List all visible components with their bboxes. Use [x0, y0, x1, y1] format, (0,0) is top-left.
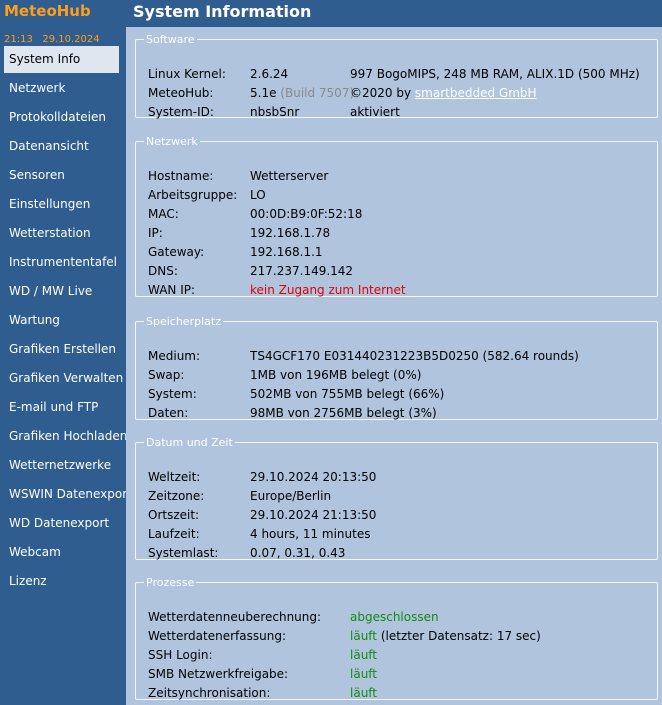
nav-item-email-ftp[interactable]: E-mail und FTP [0, 394, 126, 423]
process-label: Zeitsynchronisation: [148, 686, 271, 700]
datetime-value: 29.10.2024 21:13:50 [250, 508, 377, 522]
page-title: System Information [126, 0, 662, 27]
meteohub-label: MeteoHub: [148, 86, 214, 100]
nav-item-protokolldateien[interactable]: Protokolldateien [0, 104, 126, 133]
network-value: LO [250, 188, 266, 202]
nav-item-wartung[interactable]: Wartung [0, 307, 126, 336]
process-label: SMB Netzwerkfreigabe: [148, 667, 289, 681]
datetime-value: 0.07, 0.31, 0.43 [250, 546, 346, 560]
processes-legend: Prozesse [146, 576, 195, 589]
nav-item-grafiken-hochladen[interactable]: Grafiken Hochladen [0, 423, 126, 452]
nav-item-netzwerk[interactable]: Netzwerk [0, 75, 126, 104]
network-label: Arbeitsgruppe: [148, 188, 238, 202]
meteohub-build: (Build 7507) [280, 86, 355, 100]
nav-item-webcam[interactable]: Webcam [0, 539, 126, 568]
nav-item-system-info[interactable]: System Info [4, 46, 119, 73]
nav-item-grafiken-erstellen[interactable]: Grafiken Erstellen [0, 336, 126, 365]
nav-item-wetterstation[interactable]: Wetterstation [0, 220, 126, 249]
copyright-prefix: ©2020 by [350, 86, 412, 100]
storage-label: Swap: [148, 368, 185, 382]
datetime-value: Europe/Berlin [250, 489, 332, 503]
software-legend: Software [146, 33, 195, 46]
app-logo: MeteoHub [4, 2, 91, 20]
nav-item-grafiken-verwalten[interactable]: Grafiken Verwalten [0, 365, 126, 394]
main-content: System Information Software Linux Kernel… [126, 0, 662, 705]
storage-value: 502MB von 755MB belegt (66%) [250, 387, 445, 401]
nav-item-lizenz[interactable]: Lizenz [0, 568, 126, 597]
nav-item-datenansicht[interactable]: Datenansicht [0, 133, 126, 162]
storage-label: Medium: [148, 349, 201, 363]
network-legend: Netzwerk [146, 135, 198, 148]
process-status-wrap: läuft (letzter Datensatz: 17 sec) [350, 627, 541, 646]
storage-label: System: [148, 387, 197, 401]
nav-item-instrumententafel[interactable]: Instrumententafel [0, 249, 126, 278]
process-extra: (letzter Datensatz: 17 sec) [380, 629, 541, 643]
datetime-section: Datum und Zeit Weltzeit: 29.10.2024 20:1… [135, 436, 658, 560]
nav-item-wetternetzwerke[interactable]: Wetternetzwerke [0, 452, 126, 481]
current-datetime: 21:13 29.10.2024 [4, 34, 100, 45]
kernel-hardware: 997 BogoMIPS, 248 MB RAM, ALIX.1D (500 M… [350, 67, 640, 81]
network-section: Netzwerk Hostname: Wetterserver Arbeitsg… [135, 135, 658, 297]
kernel-value: 2.6.24 [250, 67, 289, 81]
datetime-legend: Datum und Zeit [146, 436, 233, 449]
storage-value: 1MB von 196MB belegt (0%) [250, 368, 422, 382]
nav-item-wswin-datenexport[interactable]: WSWIN Datenexport [0, 481, 126, 510]
process-label: Wetterdatenerfassung: [148, 629, 286, 643]
nav-menu: System Info Netzwerk Protokolldateien Da… [0, 46, 126, 597]
software-section: Software Linux Kernel: 2.6.24 997 BogoMI… [135, 33, 658, 119]
process-label: Wetterdatenneuberechnung: [148, 610, 322, 624]
process-status: abgeschlossen [350, 610, 439, 624]
storage-legend: Speicherplatz [146, 315, 221, 328]
network-label: Gateway: [148, 245, 205, 259]
nav-item-sensoren[interactable]: Sensoren [0, 162, 126, 191]
nav-item-wd-mw-live[interactable]: WD / MW Live [0, 278, 126, 307]
nav-item-wd-datenexport[interactable]: WD Datenexport [0, 510, 126, 539]
network-label: MAC: [148, 207, 179, 221]
sysid-label: System-ID: [148, 105, 214, 119]
process-status: läuft [350, 648, 378, 662]
network-value: 00:0D:B9:0F:52:18 [250, 207, 363, 221]
network-label: IP: [148, 226, 163, 240]
datetime-value: 4 hours, 11 minutes [250, 527, 371, 541]
storage-label: Daten: [148, 406, 189, 420]
process-status: läuft [350, 686, 378, 700]
network-value: Wetterserver [250, 169, 329, 183]
datetime-label: Ortszeit: [148, 508, 200, 522]
process-status: läuft [350, 629, 378, 643]
datetime-label: Zeitzone: [148, 489, 205, 503]
process-status: läuft [350, 667, 378, 681]
storage-value: 98MB von 2756MB belegt (3%) [250, 406, 437, 420]
datetime-label: Weltzeit: [148, 470, 201, 484]
network-value: 192.168.1.1 [250, 245, 323, 259]
sysid-status: aktiviert [350, 105, 400, 119]
processes-section: Prozesse Wetterdatenneuberechnung: abges… [135, 576, 658, 700]
kernel-label: Linux Kernel: [148, 67, 226, 81]
network-value: 217.237.149.142 [250, 264, 354, 278]
network-label: Hostname: [148, 169, 214, 183]
datetime-label: Laufzeit: [148, 527, 200, 541]
datetime-label: Systemlast: [148, 546, 219, 560]
smartbedded-link[interactable]: smartbedded GmbH [415, 86, 537, 100]
meteohub-version: 5.1e (Build 7507) [250, 84, 354, 103]
copyright: ©2020 by smartbedded GmbH [350, 84, 537, 103]
nav-item-einstellungen[interactable]: Einstellungen [0, 191, 126, 220]
network-value: 192.168.1.78 [250, 226, 331, 240]
network-label: DNS: [148, 264, 178, 278]
sidebar: MeteoHub 21:13 29.10.2024 System Info Ne… [0, 0, 126, 705]
network-label: WAN IP: [148, 283, 196, 297]
sysid-value: nbsbSnr [250, 105, 300, 119]
datetime-value: 29.10.2024 20:13:50 [250, 470, 377, 484]
process-label: SSH Login: [148, 648, 213, 662]
storage-section: Speicherplatz Medium: TS4GCF170 E0314402… [135, 315, 658, 420]
storage-value: TS4GCF170 E031440231223B5D0250 (582.64 r… [250, 349, 579, 363]
meteohub-version-value: 5.1e [250, 86, 277, 100]
wan-ip-status: kein Zugang zum Internet [250, 283, 406, 297]
